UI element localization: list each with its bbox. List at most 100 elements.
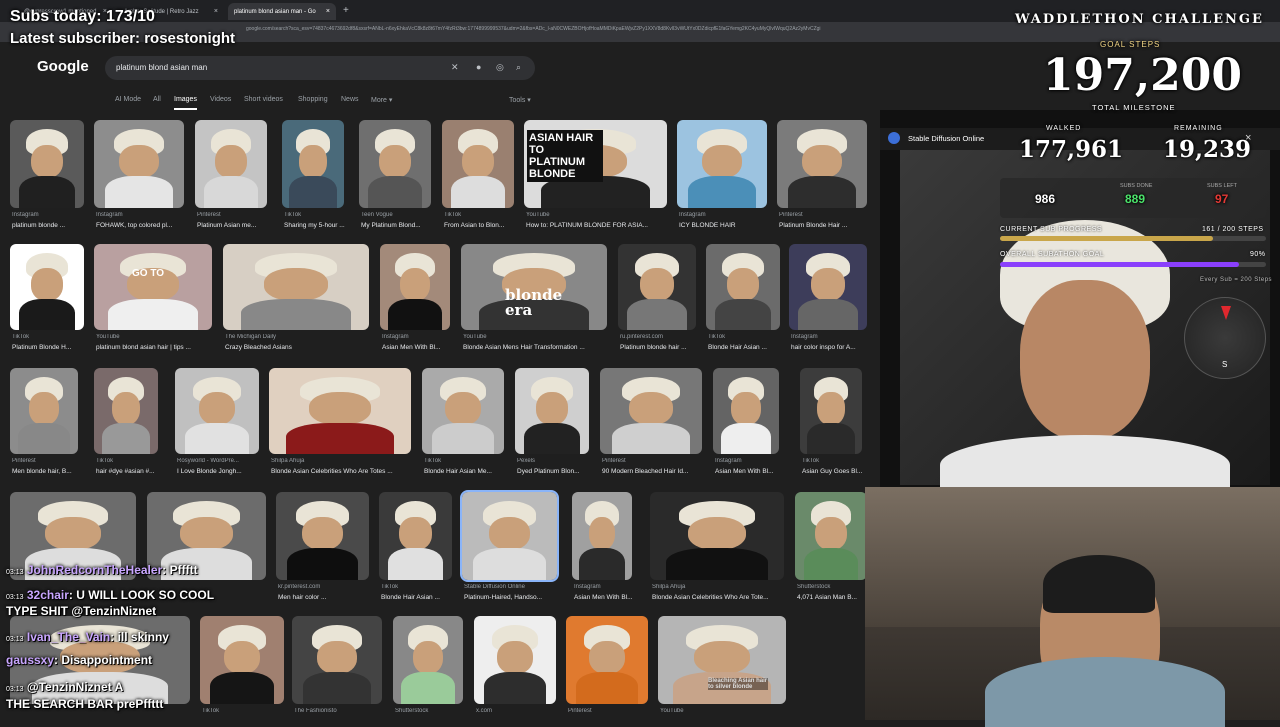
result-source[interactable]: TikTok (284, 212, 346, 218)
result-title[interactable]: Asian Men With Bl... (574, 594, 642, 601)
image-thumbnail[interactable] (706, 244, 780, 330)
result-source[interactable]: YouTube (660, 708, 788, 714)
result-title[interactable]: Asian Men With Bl... (715, 468, 789, 475)
result-title[interactable]: Sharing my 5-hour ... (284, 222, 354, 229)
result-title[interactable]: Men blonde hair, B... (12, 468, 88, 475)
close-tab-icon[interactable]: × (326, 8, 330, 15)
result-source[interactable]: TikTok (802, 458, 864, 464)
result-title[interactable]: Asian Men With Bl... (382, 344, 460, 351)
result-source[interactable]: The Michigan Daily (225, 334, 371, 340)
close-tab-icon[interactable]: × (214, 8, 218, 15)
tab-all[interactable]: All (153, 96, 161, 103)
result-source[interactable]: x.com (476, 708, 558, 714)
result-source[interactable]: Instagram (791, 334, 869, 340)
result-source[interactable]: Pinterest (779, 212, 869, 218)
image-thumbnail[interactable] (379, 492, 452, 580)
result-source[interactable]: TikTok (96, 458, 160, 464)
image-thumbnail[interactable] (515, 368, 589, 454)
image-thumbnail[interactable] (94, 368, 158, 454)
image-thumbnail[interactable] (276, 492, 369, 580)
image-thumbnail[interactable] (10, 244, 84, 330)
tools-button[interactable]: Tools ▾ (509, 96, 531, 104)
result-title[interactable]: Platinum Blonde H... (12, 344, 94, 351)
image-thumbnail[interactable] (10, 368, 78, 454)
result-title[interactable]: Platinum Blonde Hair ... (779, 222, 877, 229)
image-thumbnail[interactable] (658, 616, 786, 704)
tab-videos[interactable]: Videos (210, 96, 231, 103)
tab-more[interactable]: More ▾ (371, 96, 392, 104)
clear-icon[interactable]: ✕ (451, 62, 459, 73)
image-thumbnail[interactable] (200, 616, 284, 704)
image-thumbnail[interactable] (474, 616, 556, 704)
result-source[interactable]: The Fashionisto (294, 708, 384, 714)
result-source[interactable]: Pinterest (197, 212, 269, 218)
result-source[interactable]: ru.pinterest.com (620, 334, 698, 340)
image-thumbnail[interactable] (359, 120, 431, 208)
result-title[interactable]: Platinum Asian me... (197, 222, 277, 229)
result-source[interactable]: Stable Diffusion Online (464, 584, 559, 590)
image-thumbnail[interactable] (566, 616, 648, 704)
result-source[interactable]: Instagram (12, 212, 86, 218)
tab-news[interactable]: News (341, 96, 359, 103)
result-title[interactable]: How to: PLATINUM BLONDE FOR ASIA... (526, 222, 677, 229)
result-source[interactable]: Instagram (382, 334, 452, 340)
image-thumbnail[interactable] (380, 244, 450, 330)
result-source[interactable]: TikTok (12, 334, 86, 340)
result-source[interactable]: YouTube (526, 212, 669, 218)
result-title[interactable]: Dyed Platinum Blon... (517, 468, 599, 475)
image-thumbnail[interactable] (94, 120, 184, 208)
image-thumbnail[interactable] (292, 616, 382, 704)
result-source[interactable]: Instagram (679, 212, 769, 218)
result-title[interactable]: Blonde Asian Celebrities Who Are Tote... (652, 594, 794, 601)
new-tab-icon[interactable]: + (343, 5, 349, 16)
result-title[interactable]: 90 Modern Bleached Hair Id... (602, 468, 712, 475)
result-source[interactable]: kr.pinterest.com (278, 584, 371, 590)
result-title[interactable]: Men hair color ... (278, 594, 379, 601)
result-title[interactable]: Blonde Hair Asian ... (708, 344, 790, 351)
image-thumbnail[interactable] (442, 120, 514, 208)
result-source[interactable]: YouTube (96, 334, 214, 340)
image-thumbnail[interactable] (800, 368, 862, 454)
result-source[interactable]: TikTok (424, 458, 506, 464)
result-title[interactable]: Blonde Hair Asian Me... (424, 468, 514, 475)
image-thumbnail[interactable] (618, 244, 696, 330)
image-thumbnail[interactable] (195, 120, 267, 208)
result-title[interactable]: I Love Blonde Jongh... (177, 468, 269, 475)
image-thumbnail[interactable] (393, 616, 463, 704)
google-logo[interactable]: Google (37, 58, 89, 75)
search-icon[interactable]: ⌕ (516, 62, 521, 73)
result-source[interactable]: Pinterest (602, 458, 704, 464)
result-title[interactable]: hair #dye #asian #... (96, 468, 168, 475)
image-thumbnail[interactable] (269, 368, 411, 454)
result-title[interactable]: platinum blonde ... (12, 222, 94, 229)
preview-source-title[interactable]: Stable Diffusion Online (908, 134, 984, 143)
result-source[interactable]: TikTok (444, 212, 516, 218)
result-title[interactable]: hair color inspo for A... (791, 344, 877, 351)
result-title[interactable]: ICY BLONDE HAIR (679, 222, 777, 229)
microphone-icon[interactable]: ● (476, 62, 481, 72)
result-title[interactable]: Platinum-Haired, Handso... (464, 594, 567, 601)
result-source[interactable]: Instagram (574, 584, 634, 590)
image-thumbnail[interactable] (600, 368, 702, 454)
image-thumbnail[interactable] (795, 492, 867, 580)
image-thumbnail[interactable] (223, 244, 369, 330)
image-thumbnail[interactable] (10, 120, 84, 208)
image-thumbnail[interactable] (282, 120, 344, 208)
image-thumbnail[interactable] (789, 244, 867, 330)
result-title[interactable]: Blonde Asian Celebrities Who Are Totes .… (271, 468, 421, 475)
image-thumbnail[interactable] (94, 244, 212, 330)
result-title[interactable]: Blonde Hair Asian ... (381, 594, 462, 601)
image-thumbnail[interactable] (422, 368, 504, 454)
result-title[interactable]: Asian Guy Goes Bl... (802, 468, 872, 475)
result-source[interactable]: TikTok (708, 334, 782, 340)
browser-tab-active[interactable]: platinum blond asian man - Go × (228, 3, 336, 20)
result-source[interactable]: Shutterstock (797, 584, 869, 590)
result-source[interactable]: Pexels (517, 458, 591, 464)
image-thumbnail[interactable] (650, 492, 784, 580)
tab-images[interactable]: Images (174, 96, 197, 110)
result-title[interactable]: My Platinum Blond... (361, 222, 441, 229)
image-thumbnail[interactable] (713, 368, 779, 454)
result-source[interactable]: Shutterstock (395, 708, 465, 714)
image-thumbnail[interactable] (777, 120, 867, 208)
result-title[interactable]: Blonde Asian Mens Hair Transformation ..… (463, 344, 617, 351)
